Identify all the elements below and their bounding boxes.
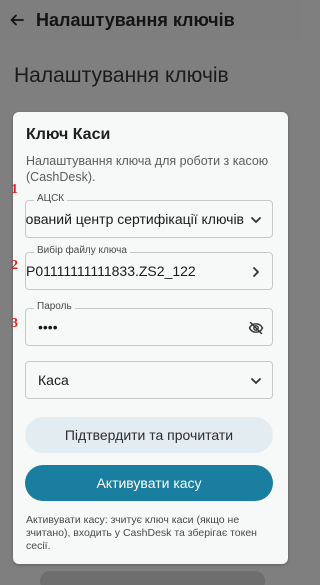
activate-kasa-button[interactable]: Активувати касу — [25, 465, 273, 501]
confirm-and-read-button[interactable]: Підтвердити та прочитати — [25, 417, 273, 453]
chevron-down-icon — [248, 212, 264, 228]
acsk-label: АЦСК — [34, 193, 68, 204]
annotation-marker-2: 2 — [11, 258, 18, 273]
password-value: •••• — [38, 319, 58, 335]
key-settings-dialog: Ключ Каси Налаштування ключа для роботи … — [11, 112, 288, 564]
page-title: Налаштування ключів — [14, 64, 229, 87]
key-file-picker[interactable]: Вибір файлу ключа 122_P01111111111833.ZS… — [25, 245, 273, 290]
kasa-select[interactable]: Каса — [25, 361, 273, 399]
kasa-value: Каса — [38, 372, 69, 388]
dialog-subtitle: Налаштування ключа для роботи з касою (C… — [26, 154, 269, 184]
acsk-select[interactable]: АЦСК Акредитований центр сертифікації кл… — [25, 193, 273, 238]
annotation-marker-1: 1 — [11, 182, 18, 197]
password-label: Пароль — [34, 301, 75, 312]
key-file-value: 122_P01111111111833.ZS2 — [26, 263, 196, 279]
app-bar: Налаштування ключів — [0, 0, 300, 40]
acsk-value: Акредитований центр сертифікації ключів — [26, 211, 244, 227]
activate-help-text: Активувати касу: зчитує ключ каси (якщо … — [26, 514, 257, 552]
chevron-down-icon — [248, 373, 264, 389]
chevron-right-icon — [248, 264, 264, 280]
eye-off-icon[interactable] — [248, 320, 264, 336]
key-file-label: Вибір файлу ключа — [34, 245, 130, 256]
dialog-title: Ключ Каси — [26, 126, 111, 143]
bottom-button-obscured — [40, 571, 265, 585]
password-field[interactable]: Пароль •••• — [25, 301, 273, 346]
arrow-left-icon[interactable] — [0, 0, 34, 40]
annotation-marker-3: 3 — [11, 316, 18, 331]
app-bar-title: Налаштування ключів — [36, 9, 235, 30]
